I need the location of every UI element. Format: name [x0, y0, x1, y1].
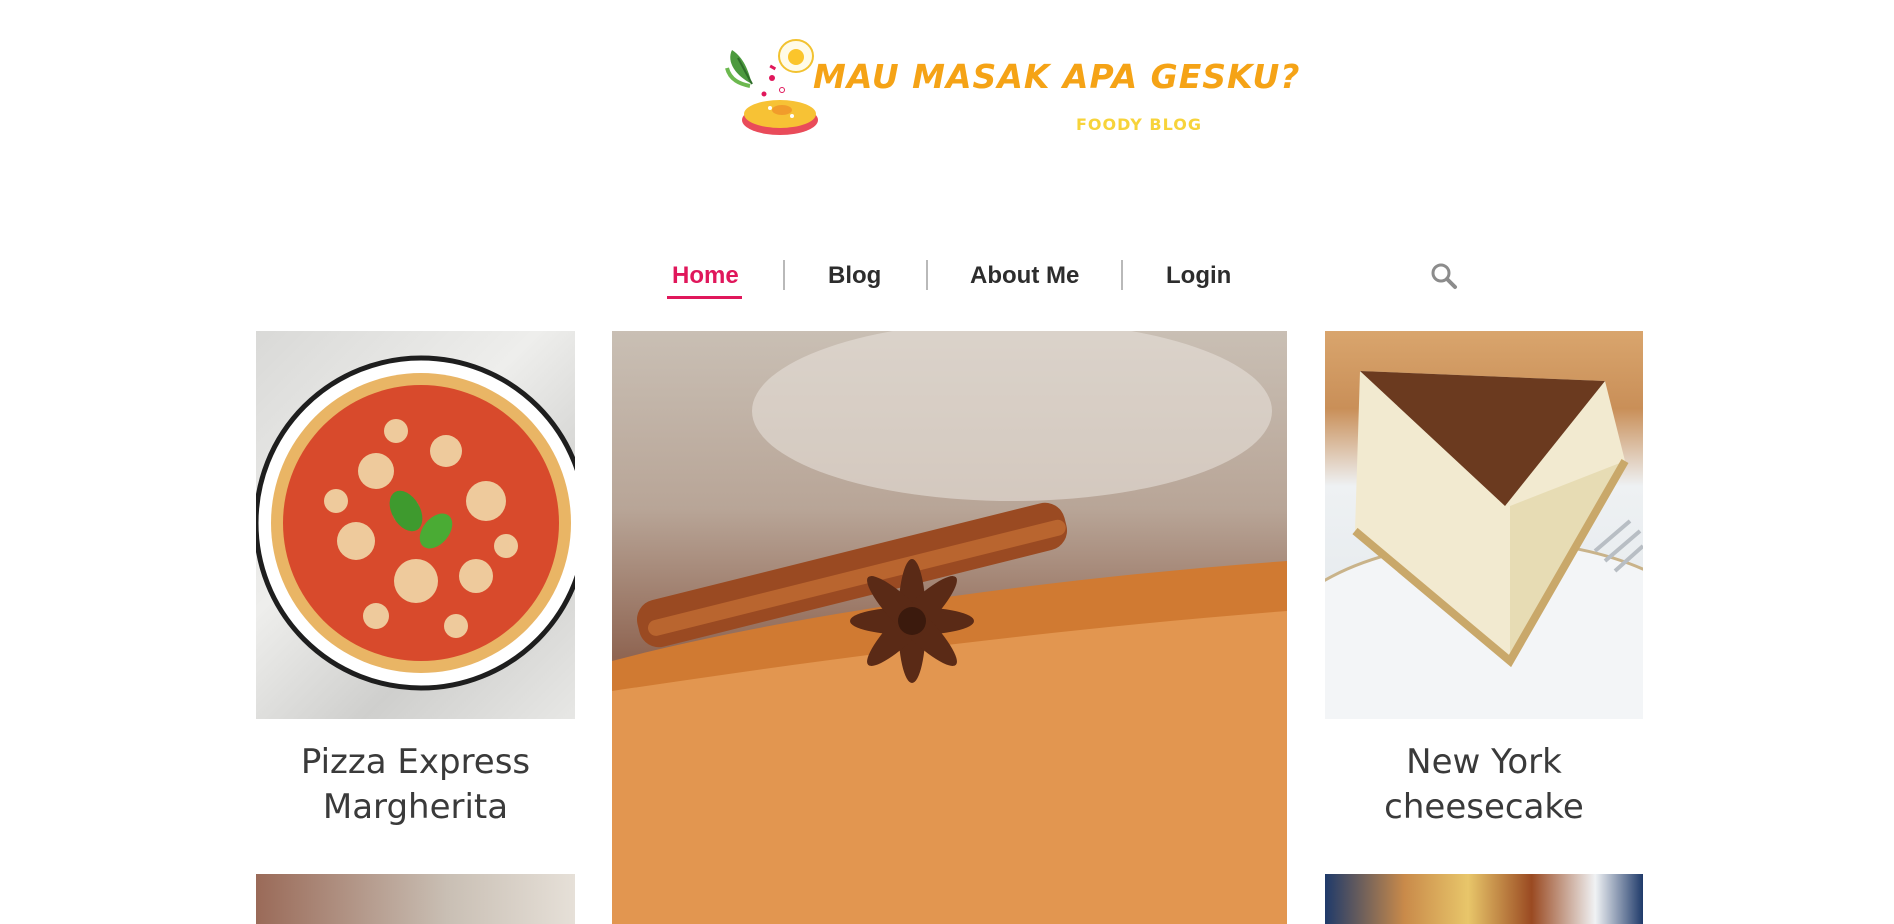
logo-subtitle: FOODY BLOG	[1076, 115, 1202, 134]
food-illustration-icon	[725, 39, 818, 135]
post-image[interactable]	[256, 874, 575, 924]
cheesecake-image	[1325, 371, 1643, 719]
site-logo[interactable]: MAU MASAK APA GESKU? FOODY BLOG	[722, 28, 1299, 140]
logo-title: MAU MASAK APA GESKU?	[813, 57, 1301, 96]
nav-item-home[interactable]: Home	[672, 262, 739, 290]
post-image[interactable]	[1325, 874, 1643, 924]
pizza-post-image[interactable]	[256, 331, 575, 719]
cheesecake-post-title[interactable]: New York cheesecake	[1325, 740, 1643, 830]
cheesecake-post-image[interactable]	[1325, 331, 1643, 719]
nav-item-blog[interactable]: Blog	[828, 262, 881, 290]
main-navigation: Home Blog About Me Login	[0, 256, 1894, 299]
nav-item-about-me[interactable]: About Me	[970, 262, 1079, 290]
nav-separator	[783, 260, 785, 290]
nav-separator	[1121, 260, 1123, 290]
nav-item-login[interactable]: Login	[1166, 262, 1231, 290]
featured-post-image[interactable]	[612, 331, 1287, 924]
nav-separator	[926, 260, 928, 290]
pizza-image	[256, 355, 575, 691]
pizza-post-title[interactable]: Pizza Express Margherita	[256, 740, 575, 830]
cinnamon-cake-image	[612, 331, 1287, 924]
search-icon[interactable]	[1430, 262, 1458, 290]
active-nav-indicator	[667, 296, 742, 299]
